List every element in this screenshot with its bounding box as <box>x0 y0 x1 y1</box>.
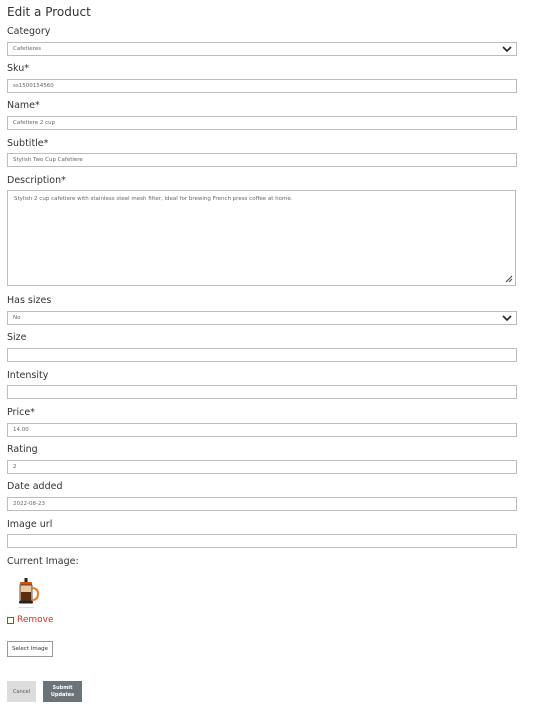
submit-updates-button[interactable]: Submit Updates <box>43 681 82 702</box>
category-select[interactable]: Cafetieres <box>7 42 517 56</box>
name-input[interactable]: Cafetiere 2 cup <box>7 116 517 130</box>
has-sizes-select[interactable]: No <box>7 311 517 325</box>
description-label: Description* <box>7 175 66 186</box>
date-added-input[interactable]: 2022-08-23 <box>7 497 517 511</box>
edit-product-form: Edit a Product Category Cafetieres Sku* … <box>0 0 538 721</box>
rating-label: Rating <box>7 444 38 455</box>
current-image-label: Current Image: <box>7 556 79 567</box>
chevron-down-icon <box>502 315 512 322</box>
size-input[interactable] <box>7 348 517 362</box>
sku-label: Sku* <box>7 63 30 74</box>
name-label: Name* <box>7 100 40 111</box>
chevron-down-icon <box>502 46 512 53</box>
date-added-label: Date added <box>7 481 63 492</box>
cafetiere-thumbnail <box>18 578 40 608</box>
remove-image-control[interactable]: Remove <box>7 614 54 626</box>
image-url-input[interactable] <box>7 534 517 548</box>
page-title: Edit a Product <box>7 5 91 19</box>
select-image-button[interactable]: Select Image <box>7 641 53 657</box>
cancel-button[interactable]: Cancel <box>7 681 36 702</box>
resize-handle-icon[interactable] <box>505 275 513 283</box>
intensity-label: Intensity <box>7 370 49 381</box>
description-value: Stylish 2 cup cafetiere with stainless s… <box>14 196 293 202</box>
category-value: Cafetieres <box>13 46 41 52</box>
rating-input[interactable]: 2 <box>7 460 517 474</box>
image-url-label: Image url <box>7 519 53 530</box>
intensity-input[interactable] <box>7 385 517 399</box>
has-sizes-label: Has sizes <box>7 295 52 306</box>
price-label: Price* <box>7 407 35 418</box>
remove-label: Remove <box>17 615 54 625</box>
description-textarea[interactable]: Stylish 2 cup cafetiere with stainless s… <box>7 190 516 286</box>
sku-input[interactable]: ss1500154560 <box>7 79 517 93</box>
size-label: Size <box>7 332 27 343</box>
has-sizes-value: No <box>13 315 21 321</box>
category-label: Category <box>7 26 51 37</box>
subtitle-label: Subtitle* <box>7 138 49 149</box>
subtitle-input[interactable]: Stylish Two Cup Cafetiere <box>7 153 517 167</box>
price-input[interactable]: 14.00 <box>7 423 517 437</box>
remove-checkbox[interactable] <box>7 616 14 624</box>
